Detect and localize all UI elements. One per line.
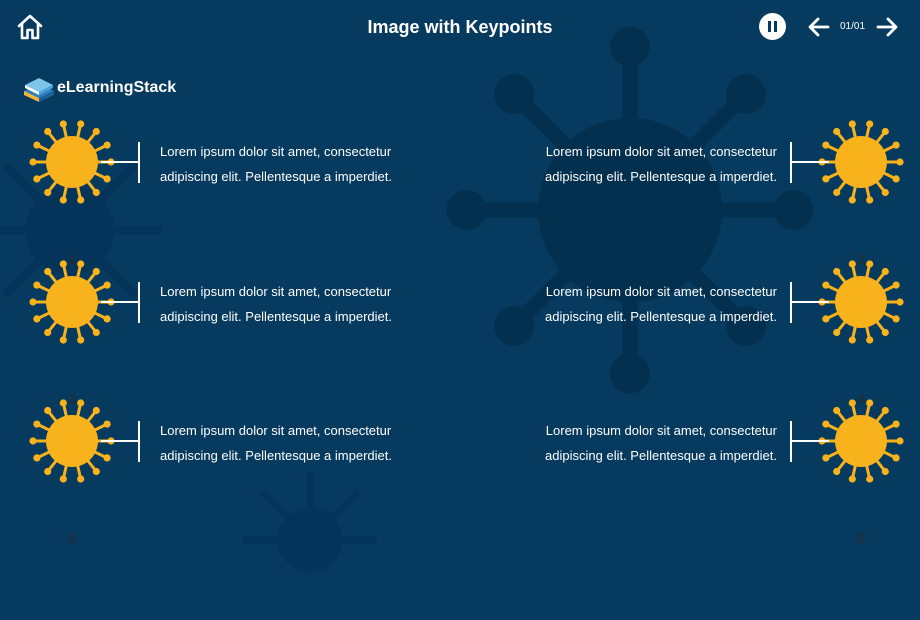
arrow-right-icon[interactable] xyxy=(875,15,899,39)
keypoint-text-4: Lorem ipsum dolor sit amet, consectetur … xyxy=(545,284,777,324)
pause-icon-bar xyxy=(774,21,777,32)
connector-bar xyxy=(138,282,140,323)
background-virus-large xyxy=(446,26,814,394)
logo-text: eLearningStack xyxy=(57,79,177,96)
connector-bar xyxy=(790,142,792,183)
pause-button[interactable] xyxy=(759,13,786,40)
connector-line xyxy=(101,161,139,163)
keypoint-text-5: Lorem ipsum dolor sit amet, consectetur … xyxy=(160,423,392,463)
pause-icon xyxy=(768,21,771,32)
background-virus-bottom xyxy=(242,472,378,573)
connector-line xyxy=(791,301,829,303)
keypoint-text-2: Lorem ipsum dolor sit amet, consectetur … xyxy=(545,144,777,184)
connector-line xyxy=(791,440,829,442)
connector-bar xyxy=(790,421,792,462)
arrow-left-icon[interactable] xyxy=(807,15,831,39)
keypoint-text-1: Lorem ipsum dolor sit amet, consectetur … xyxy=(160,144,392,184)
keypoint-number: 6 xyxy=(857,530,865,546)
connector-line xyxy=(101,301,139,303)
keypoint-text-6: Lorem ipsum dolor sit amet, consectetur … xyxy=(545,423,777,463)
connector-bar xyxy=(138,421,140,462)
connector-bar xyxy=(790,282,792,323)
top-bar: Image with Keypoints 01/01 xyxy=(0,0,920,56)
connector-line xyxy=(791,161,829,163)
stacked-books-icon xyxy=(24,78,54,102)
connector-line xyxy=(101,440,139,442)
keypoint-text-3: Lorem ipsum dolor sit amet, consectetur … xyxy=(160,284,392,324)
page-counter: 01/01 xyxy=(840,21,866,32)
keypoint-number: 5 xyxy=(68,530,76,546)
connector-bar xyxy=(138,142,140,183)
